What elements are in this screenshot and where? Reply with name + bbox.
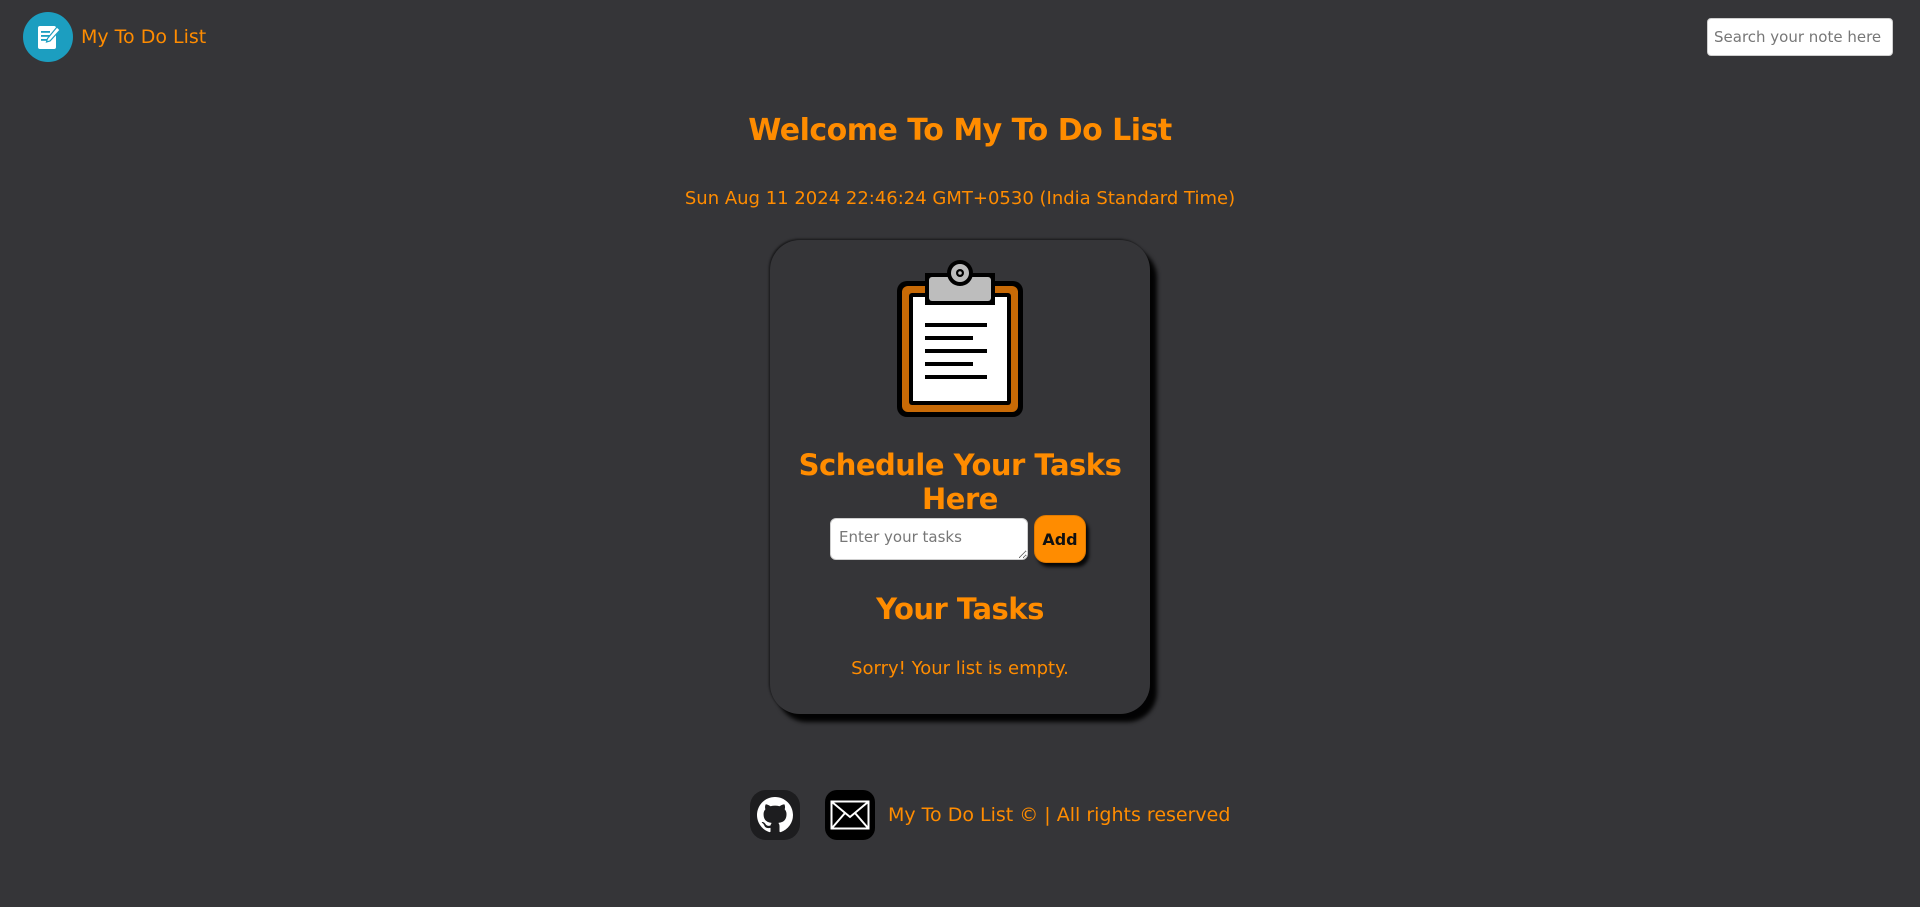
footer-copyright: My To Do List © | All rights reserved bbox=[888, 804, 1231, 826]
github-icon[interactable] bbox=[750, 790, 800, 840]
footer: My To Do List © | All rights reserved bbox=[750, 790, 1230, 840]
mail-icon[interactable] bbox=[825, 790, 875, 840]
navbar: My To Do List bbox=[0, 0, 1920, 74]
brand-link[interactable]: My To Do List bbox=[23, 12, 206, 62]
clipboard-icon bbox=[895, 259, 1025, 419]
tasks-heading: Your Tasks bbox=[876, 592, 1044, 626]
schedule-heading: Schedule Your Tasks Here bbox=[798, 448, 1122, 516]
empty-list-message: Sorry! Your list is empty. bbox=[851, 658, 1069, 679]
brand-name: My To Do List bbox=[81, 26, 207, 48]
task-input[interactable] bbox=[830, 518, 1028, 560]
page-title: Welcome To My To Do List bbox=[748, 113, 1172, 148]
note-edit-icon bbox=[23, 12, 73, 62]
search-input[interactable] bbox=[1707, 18, 1893, 56]
current-date: Sun Aug 11 2024 22:46:24 GMT+0530 (India… bbox=[684, 188, 1236, 209]
add-task-button[interactable]: Add bbox=[1034, 515, 1086, 563]
todo-card: Schedule Your Tasks Here Add Your Tasks … bbox=[770, 240, 1150, 714]
